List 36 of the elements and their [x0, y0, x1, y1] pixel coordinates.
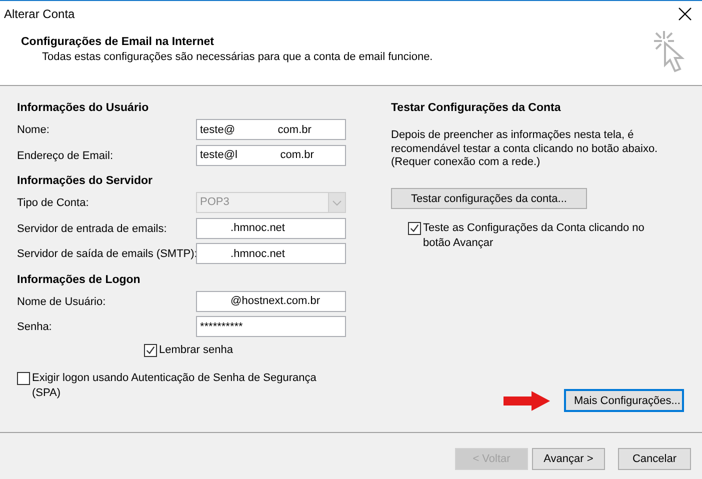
pointer-arrow	[502, 390, 552, 412]
caret-icon	[332, 200, 342, 206]
section-heading: Informações do Usuário	[17, 101, 150, 116]
section-heading: Testar Configurações da Conta	[391, 101, 562, 116]
input-field[interactable]: @hostnext.com.br	[196, 290, 346, 312]
close-icon[interactable]	[678, 7, 692, 21]
input-field[interactable]: .hmnoc.net	[196, 218, 346, 238]
test-settings-button[interactable]: Testar configurações da conta...	[391, 188, 587, 208]
field-label: Senha:	[17, 320, 53, 335]
checkmark-icon	[409, 222, 420, 234]
field-label: Nome de Usuário:	[17, 294, 107, 310]
checkmark-icon	[145, 344, 156, 356]
field-label: Tipo de Conta:	[17, 196, 90, 211]
checkbox-label: Teste as Configurações da Conta clicando no botão Avançar	[423, 220, 646, 250]
field-label: Nome:	[17, 123, 50, 138]
description-text: Depois de preencher as informações nesta tela, é recomendável testar a conta clicando no botão abaixo. (Requer conexão com a rede.)	[391, 129, 659, 170]
field-label: Servidor de saída de emails (SMTP):	[17, 247, 196, 262]
section-heading: Informações de Logon	[17, 272, 142, 288]
input-field[interactable]: teste@ com.br	[196, 119, 346, 140]
input-field[interactable]: .hmnoc.net	[196, 243, 346, 264]
checkbox[interactable]	[17, 372, 30, 384]
window-title: Alterar Conta	[4, 6, 75, 23]
password-field[interactable]: **********	[196, 316, 346, 337]
more-settings-button[interactable]: Mais Configurações...	[564, 389, 684, 412]
header-subtitle: Todas estas configurações são necessárias para que a conta de email funcione.	[41, 50, 434, 65]
cancel-button[interactable]: Cancelar	[618, 448, 691, 470]
checkbox-label: Exigir logon usando Autenticação de Senha de Segurança (SPA)	[32, 370, 318, 400]
field-label: Endereço de Email:	[17, 148, 114, 164]
checkbox-label: Lembrar senha	[159, 342, 233, 358]
field-label: Servidor de entrada de emails:	[17, 222, 168, 236]
input-field[interactable]: teste@l com.br	[196, 144, 346, 166]
next-button[interactable]: Avançar >	[532, 448, 605, 470]
checkbox[interactable]	[144, 344, 157, 356]
section-heading: Informações do Servidor	[17, 174, 154, 189]
checkbox[interactable]	[408, 222, 421, 234]
header-title: Configurações de Email na Internet	[21, 35, 215, 50]
